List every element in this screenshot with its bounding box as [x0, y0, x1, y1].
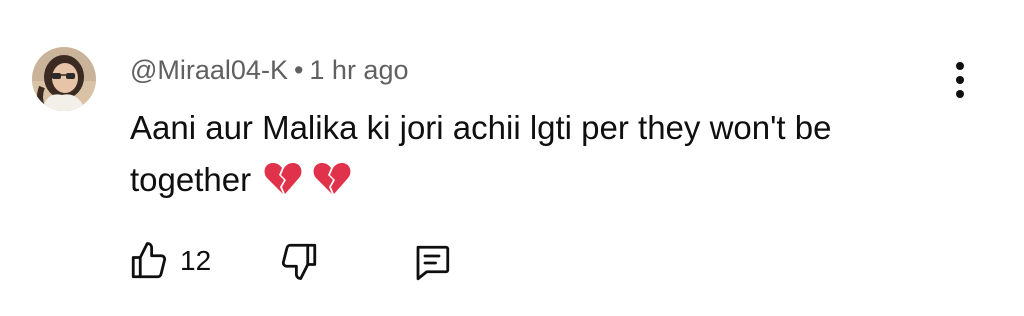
- avatar[interactable]: [32, 47, 96, 111]
- author-name[interactable]: @Miraal04-K: [130, 55, 288, 85]
- emoji-group: [264, 158, 353, 210]
- reply-button[interactable]: [410, 242, 454, 289]
- thumbs-up-icon: [131, 242, 167, 279]
- more-vertical-icon: [956, 62, 964, 70]
- like-count: 12: [180, 245, 212, 276]
- meta-separator: •: [293, 55, 304, 85]
- like-button[interactable]: 12: [128, 240, 211, 282]
- broken-heart-icon: [313, 163, 351, 194]
- more-vertical-icon-dot: [956, 76, 964, 84]
- comment-header: @Miraal04-K • 1 hr ago: [130, 52, 408, 88]
- more-vertical-icon-dot: [956, 90, 964, 98]
- comment-body: Aani aur Malika ki jori achii lgti per t…: [130, 109, 832, 198]
- comment-item: @Miraal04-K • 1 hr ago Aani aur Malika ki …: [0, 0, 1024, 316]
- comment-text: Aani aur Malika ki jori achii lgti per t…: [130, 102, 950, 210]
- comment-icon: [416, 245, 450, 281]
- broken-heart-icon: [264, 163, 302, 194]
- thumbs-down-icon: [281, 243, 317, 280]
- more-options-button[interactable]: [944, 58, 976, 102]
- dislike-button[interactable]: [278, 240, 320, 287]
- comment-time[interactable]: 1 hr ago: [309, 55, 408, 85]
